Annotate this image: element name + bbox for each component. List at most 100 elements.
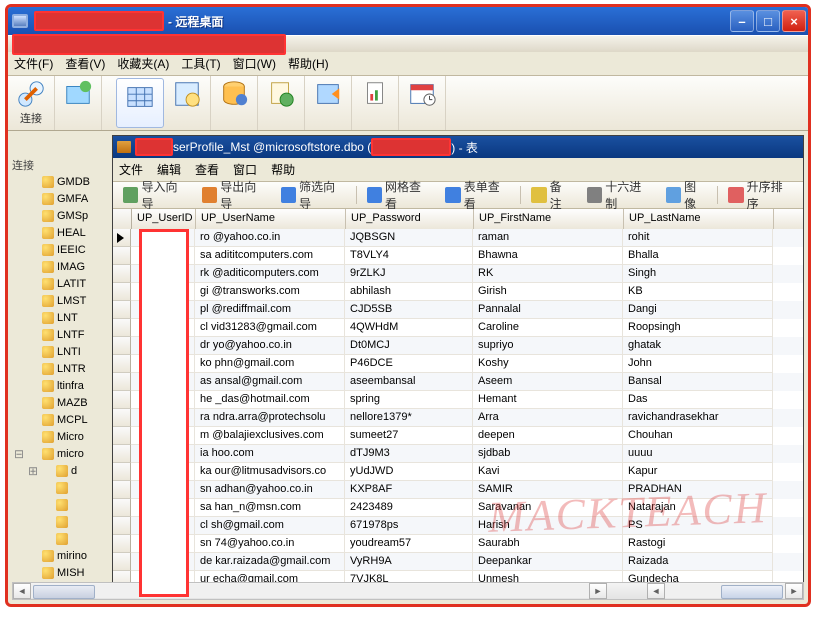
tree-node[interactable]: LNTR (12, 360, 112, 377)
column-header[interactable]: UP_UserName (196, 209, 346, 229)
scroll-left-icon-2[interactable]: ◄ (647, 583, 665, 599)
cell[interactable]: Bhawna (473, 247, 623, 265)
cell[interactable]: ko phn@gmail.com (195, 355, 345, 373)
cell[interactable]: sjdbab (473, 445, 623, 463)
cell[interactable]: 2423489 (345, 499, 473, 517)
table-row[interactable]: 83ro @yahoo.co.inJQBSGNramanrohit (113, 229, 803, 247)
tree-node[interactable]: ⊟micro (12, 445, 112, 462)
cell[interactable]: Singh (623, 265, 773, 283)
maximize-button[interactable]: □ (756, 10, 780, 32)
toolbar-grid-active[interactable] (116, 78, 164, 128)
cell[interactable]: sn adhan@yahoo.co.in (195, 481, 345, 499)
cell[interactable]: Saravanan (473, 499, 623, 517)
scroll-thumb-2[interactable] (721, 585, 783, 599)
toolbar-view[interactable] (164, 76, 211, 130)
connection-tree[interactable]: GMDBGMFAGMSpHEALIEEICIMAGLATITLMSTLNTLNT… (12, 173, 112, 582)
scroll-left-icon[interactable]: ◄ (13, 583, 31, 599)
cell[interactable]: P46DCE (345, 355, 473, 373)
rdp-titlebar[interactable]: - 远程桌面 – □ × (8, 7, 808, 35)
table-row[interactable]: 130de kar.raizada@gmail.comVyRH9ADeepank… (113, 553, 803, 571)
tree-node[interactable]: MISH (12, 564, 112, 581)
cell[interactable]: aseembansal (345, 373, 473, 391)
toolbar-sched[interactable] (399, 76, 446, 130)
cell[interactable]: Bhalla (623, 247, 773, 265)
toolbar-connect[interactable]: 连接 (8, 76, 55, 130)
toolbar-report[interactable] (352, 76, 399, 130)
cell[interactable]: JQBSGN (345, 229, 473, 247)
cell[interactable]: SAMIR (473, 481, 623, 499)
table-row[interactable]: 121ra ndra.arra@protechsolunellore1379*A… (113, 409, 803, 427)
scroll-right-icon-2[interactable]: ► (785, 583, 803, 599)
table-row[interactable]: 116cl vid31283@gmail.com4QWHdMCarolineRo… (113, 319, 803, 337)
table-row[interactable]: 124ka our@litmusadvisors.coyUdJWDKaviKap… (113, 463, 803, 481)
menu-item[interactable]: 工具(T) (181, 55, 220, 72)
toolbar-item-2[interactable] (55, 76, 102, 130)
tree-node[interactable] (12, 530, 112, 547)
cell[interactable]: supriyo (473, 337, 623, 355)
menu-item[interactable]: 窗口(W) (233, 55, 276, 72)
table-row[interactable]: 129sn 74@yahoo.co.inyoudream57SaurabhRas… (113, 535, 803, 553)
cell[interactable]: abhilash (345, 283, 473, 301)
cell[interactable]: Natarajan (623, 499, 773, 517)
cell[interactable]: Caroline (473, 319, 623, 337)
cell[interactable]: Aseem (473, 373, 623, 391)
cell[interactable]: KB (623, 283, 773, 301)
cell[interactable]: Kavi (473, 463, 623, 481)
cell[interactable]: Harish (473, 517, 623, 535)
table-row[interactable]: 123ia hoo.comdTJ9M3sjdbabuuuu (113, 445, 803, 463)
cell[interactable]: John (623, 355, 773, 373)
cell[interactable]: VyRH9A (345, 553, 473, 571)
cell[interactable]: deepen (473, 427, 623, 445)
close-button[interactable]: × (782, 10, 806, 32)
tree-node[interactable]: GMSp (12, 207, 112, 224)
cell[interactable]: Dangi (623, 301, 773, 319)
cell[interactable]: Bansal (623, 373, 773, 391)
toolbar-proc[interactable] (258, 76, 305, 130)
tree-node[interactable]: GMFA (12, 190, 112, 207)
cell[interactable]: Chouhan (623, 427, 773, 445)
cell[interactable]: cl vid31283@gmail.com (195, 319, 345, 337)
tree-node[interactable]: LNTF (12, 326, 112, 343)
tree-node[interactable]: mirino (12, 547, 112, 564)
cell[interactable]: Saurabh (473, 535, 623, 553)
cell[interactable]: m @balajiexclusives.com (195, 427, 345, 445)
cell[interactable]: ka our@litmusadvisors.co (195, 463, 345, 481)
tree-node[interactable]: Micro (12, 428, 112, 445)
horizontal-scrollbar[interactable]: ◄ ► ◄ ► (12, 582, 804, 600)
tree-node[interactable] (12, 513, 112, 530)
scroll-right-icon[interactable]: ► (589, 583, 607, 599)
tree-node[interactable]: ltinfra (12, 377, 112, 394)
cell[interactable]: 671978ps (345, 517, 473, 535)
cell[interactable]: gi @transworks.com (195, 283, 345, 301)
cell[interactable]: KXP8AF (345, 481, 473, 499)
table-row[interactable]: 102sa adititcomputers.comT8VLY4BhawnaBha… (113, 247, 803, 265)
cell[interactable]: ia hoo.com (195, 445, 345, 463)
data-grid[interactable]: UP_UserIDUP_UserNameUP_PasswordUP_FirstN… (113, 209, 803, 597)
cell[interactable]: Kapur (623, 463, 773, 481)
cell[interactable]: he _das@hotmail.com (195, 391, 345, 409)
cell[interactable]: ro @yahoo.co.in (195, 229, 345, 247)
cell[interactable]: ra ndra.arra@protechsolu (195, 409, 345, 427)
cell[interactable]: spring (345, 391, 473, 409)
cell[interactable]: Deepankar (473, 553, 623, 571)
table-row[interactable]: 103rk @aditicomputers.com9rZLKJRKSingh (113, 265, 803, 283)
cell[interactable]: Koshy (473, 355, 623, 373)
cell[interactable]: Raizada (623, 553, 773, 571)
cell[interactable]: as ansal@gmail.com (195, 373, 345, 391)
cell[interactable]: Girish (473, 283, 623, 301)
cell[interactable]: Roopsingh (623, 319, 773, 337)
cell[interactable]: sa adititcomputers.com (195, 247, 345, 265)
cell[interactable]: sn 74@yahoo.co.in (195, 535, 345, 553)
cell[interactable]: rohit (623, 229, 773, 247)
app-menu[interactable]: 文件(F)查看(V)收藏夹(A)工具(T)窗口(W)帮助(H) (8, 52, 808, 76)
table-titlebar[interactable]: serProfile_Mst @microsoftstore.dbo ( ) -… (113, 136, 803, 158)
menu-item[interactable]: 文件(F) (14, 55, 53, 72)
table-row[interactable]: 125sn adhan@yahoo.co.inKXP8AFSAMIRPRADHA… (113, 481, 803, 499)
cell[interactable]: RK (473, 265, 623, 283)
tree-node[interactable]: LNT (12, 309, 112, 326)
toolbar-db[interactable] (211, 76, 258, 130)
tree-node[interactable]: IMAG (12, 258, 112, 275)
table-row[interactable]: 122m @balajiexclusives.comsumeet27deepen… (113, 427, 803, 445)
table-row[interactable]: 120he _das@hotmail.comspringHemantDas (113, 391, 803, 409)
cell[interactable]: dr yo@yahoo.co.in (195, 337, 345, 355)
